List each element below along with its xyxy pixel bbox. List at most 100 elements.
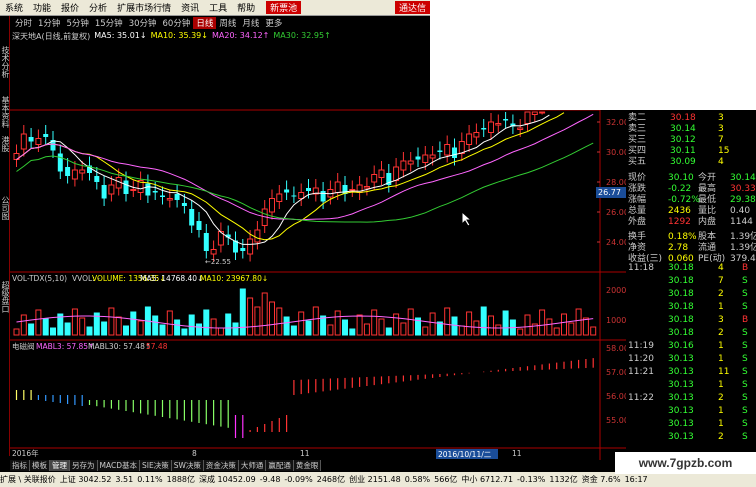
tick-side: S	[742, 367, 748, 377]
candle	[458, 132, 465, 161]
bottom-tab-10[interactable]: 黄金眼	[293, 460, 322, 471]
volume-bar	[393, 313, 400, 336]
status-item: 1888亿	[166, 475, 195, 484]
volume-bar	[123, 325, 129, 336]
candle	[539, 111, 546, 115]
candle	[481, 119, 487, 137]
period-tab-2[interactable]: 5分钟	[63, 17, 91, 29]
menu-item-system[interactable]: 系统	[0, 1, 28, 14]
brand-badge[interactable]: 通达信	[394, 1, 430, 14]
left-tab-company[interactable]: 公司图	[0, 196, 10, 220]
bottom-tab-8[interactable]: 大师通	[238, 460, 267, 471]
period-tab-9[interactable]: 更多	[262, 17, 285, 29]
quote-label: 内盘	[698, 217, 717, 227]
candle	[298, 183, 305, 206]
menu-item-analysis[interactable]: 分析	[84, 1, 112, 14]
bottom-tab-3[interactable]: 另存为	[70, 460, 98, 471]
menu-item-extended-market[interactable]: 扩展市场行情	[112, 1, 176, 14]
bottom-tab-5[interactable]: SIE决策	[139, 460, 172, 471]
watermark-logo: www.7gpzb.com	[615, 452, 756, 474]
status-item: 566亿	[434, 475, 458, 484]
volume-bar	[166, 310, 173, 336]
tick-volume: 1	[718, 419, 724, 429]
menu-item-function[interactable]: 功能	[28, 1, 56, 14]
menu-item-tools[interactable]: 工具	[204, 1, 232, 14]
candle	[531, 111, 538, 122]
period-tab-8[interactable]: 月线	[239, 17, 262, 29]
left-tab-super-order[interactable]: 超级盘口	[0, 281, 10, 313]
quote-row: 涨幅 -0.72% 最低 29.38	[626, 195, 756, 206]
status-item: 0.58%	[404, 475, 431, 484]
quote-value: 1144	[730, 217, 753, 227]
period-tab-0[interactable]: 分时	[12, 17, 35, 29]
volume-bar	[261, 292, 268, 336]
candle	[510, 114, 516, 134]
quote-label: 最低	[698, 195, 717, 205]
candle	[276, 185, 283, 209]
volume-bar	[196, 323, 202, 336]
period-tab-3[interactable]: 15分钟	[92, 17, 126, 29]
bottom-tab-9[interactable]: 赢配通	[266, 460, 294, 471]
bottom-tab-6[interactable]: SW决策	[171, 460, 204, 471]
period-tab-1[interactable]: 1分钟	[35, 17, 63, 29]
order-book-row: 买四 30.11 15	[626, 146, 756, 157]
tick-row: 30.18 2 S	[626, 289, 756, 300]
tick-volume: 1	[718, 380, 724, 390]
tick-price: 30.13	[668, 393, 694, 403]
menu-item-help[interactable]: 帮助	[232, 1, 260, 14]
candle	[437, 141, 443, 160]
period-tab-7[interactable]: 周线	[216, 17, 239, 29]
candle	[503, 112, 509, 128]
tick-side: S	[742, 289, 748, 299]
bottom-tab-0[interactable]: 指标	[10, 460, 30, 471]
tick-price: 30.16	[668, 341, 694, 351]
quote-label: 量比	[698, 206, 717, 216]
volume-bar	[137, 320, 144, 336]
bottom-tab-4[interactable]: MACD基本	[97, 460, 140, 471]
period-tab-5[interactable]: 60分钟	[160, 17, 194, 29]
bottom-tab-7[interactable]: 资金决策	[203, 460, 239, 471]
volume-bar	[495, 324, 502, 336]
order-book-row: 卖三 30.14 3	[626, 124, 756, 135]
tick-volume: 3	[718, 315, 724, 325]
bottom-tab-2[interactable]: 管理	[50, 460, 70, 471]
period-tab-6[interactable]: 日线	[193, 17, 217, 29]
volume-bar	[400, 322, 407, 336]
candle	[240, 239, 246, 259]
menu-item-news[interactable]: 资讯	[176, 1, 204, 14]
tick-price: 30.13	[668, 354, 694, 364]
menu-bar: 系统 功能 报价 分析 扩展市场行情 资讯 工具 帮助 新票池 通达信	[0, 0, 430, 16]
left-tab-hk[interactable]: 港股	[0, 136, 10, 152]
order-book-volume: 4	[718, 157, 724, 167]
quote-value: 30.33	[730, 184, 756, 194]
indicator-legend-val: 57.48	[146, 342, 168, 351]
candle	[71, 161, 78, 187]
tick-row: 11:19 30.16 1 S	[626, 341, 756, 352]
volume-bar	[188, 314, 195, 336]
volume-bar	[13, 328, 20, 336]
period-tab-4[interactable]: 30分钟	[126, 17, 160, 29]
volume-bar	[312, 306, 319, 336]
quote-label: 现价	[628, 173, 647, 183]
candle	[284, 180, 290, 200]
ma-legend: 深天地A(日线,前复权) MA5: 35.01↓ MA10: 35.39↓ MA20:…	[12, 31, 331, 42]
tick-price: 30.18	[668, 289, 694, 299]
candle	[342, 176, 348, 202]
volume-bar	[298, 311, 305, 336]
tick-volume: 7	[718, 276, 724, 286]
tick-volume: 1	[718, 302, 724, 312]
status-extended[interactable]: 扩展 \ 关联报价	[0, 474, 56, 485]
candle	[65, 158, 71, 184]
volume-bar	[524, 314, 531, 336]
new-stock-pool-badge[interactable]: 新票池	[266, 1, 302, 14]
tick-volume: 2	[718, 328, 724, 338]
tick-price: 30.13	[668, 406, 694, 416]
menu-item-quote[interactable]: 报价	[56, 1, 84, 14]
left-tab-fundamentals[interactable]: 基本资料	[0, 96, 10, 128]
volume-legend-ma10: MA10: 23967.80↓	[200, 274, 268, 283]
left-tab-technical[interactable]: 技术分析	[0, 46, 10, 78]
bottom-tab-1[interactable]: 模板	[30, 460, 50, 471]
date-axis-label: 8	[192, 449, 197, 458]
ma20-line	[16, 113, 594, 221]
quote-row: 外盘 1292 内盘 1144	[626, 217, 756, 228]
